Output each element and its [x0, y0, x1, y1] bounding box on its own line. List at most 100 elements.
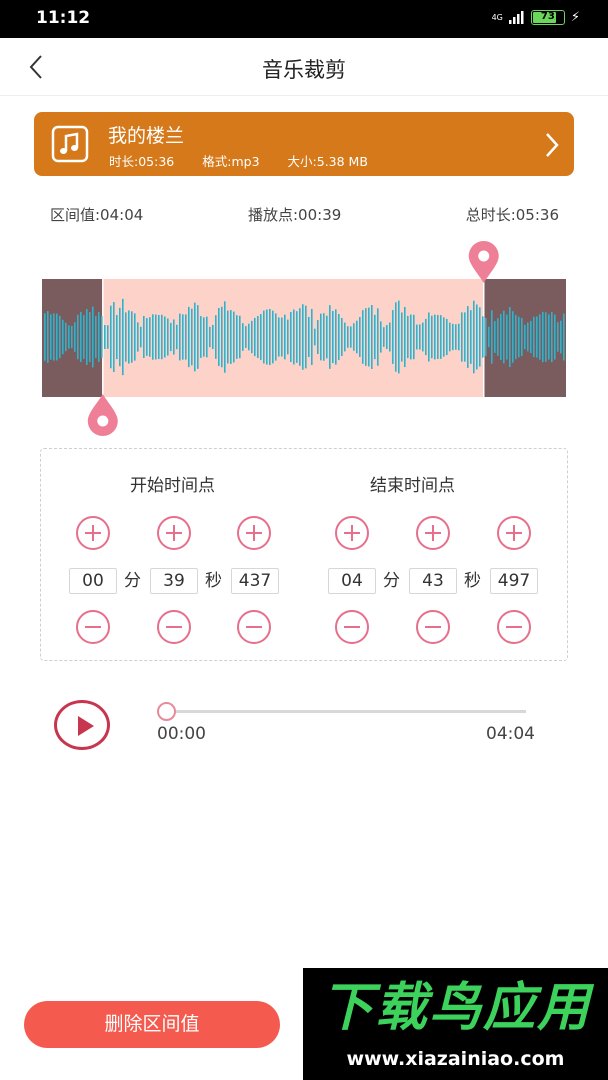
wave-bar: [353, 323, 355, 351]
file-card[interactable]: 我的楼兰 时长:05:36 格式:mp3 大小:5.38 MB: [34, 112, 574, 176]
wave-bar: [398, 300, 400, 374]
wave-bar: [173, 319, 175, 355]
wave-bar: [368, 307, 370, 367]
wave-bar: [305, 305, 307, 369]
start-minutes-decrement-button[interactable]: [76, 610, 110, 644]
end-millis-increment-button[interactable]: [497, 516, 531, 550]
wave-bar: [443, 317, 445, 357]
start-time-title: 开始时间点: [130, 476, 215, 496]
wave-bar: [434, 314, 436, 360]
wave-bar: [44, 313, 46, 361]
wave-bar: [131, 311, 133, 363]
wave-bar: [68, 325, 70, 349]
wave-bar: [98, 311, 100, 363]
status-icons: 4G 73 ⚡: [492, 10, 580, 25]
wave-bar: [239, 315, 241, 359]
wave-bar: [122, 298, 124, 376]
wave-bar: [458, 323, 460, 351]
end-marker[interactable]: [468, 241, 499, 283]
wave-bar: [515, 314, 517, 360]
battery-level: 73: [540, 11, 555, 22]
start-millis-decrement-button[interactable]: [237, 610, 271, 644]
wave-bar: [278, 317, 280, 357]
wave-bar: [329, 305, 331, 369]
start-seconds-unit: 秒: [205, 571, 222, 591]
wave-bar: [410, 314, 412, 360]
wave-bar: [476, 304, 478, 370]
wave-bar: [92, 306, 94, 368]
wave-bar: [218, 307, 220, 367]
wave-bar: [497, 318, 499, 356]
wave-bar: [491, 310, 493, 364]
end-minutes-decrement-button[interactable]: [335, 610, 369, 644]
end-time-title: 结束时间点: [370, 476, 455, 496]
wave-bar: [116, 314, 118, 360]
start-seconds-decrement-button[interactable]: [157, 610, 191, 644]
wave-bar: [437, 315, 439, 359]
wave-bar: [296, 311, 298, 363]
wave-bar: [206, 316, 208, 358]
waveform-editor[interactable]: [0, 236, 608, 446]
wave-bar: [320, 313, 322, 361]
start-minutes-field[interactable]: 00: [69, 568, 117, 594]
marker-dot: [97, 415, 109, 427]
file-meta: 时长:05:36 格式:mp3 大小:5.38 MB: [109, 151, 396, 170]
delete-interval-button[interactable]: 删除区间值: [24, 1001, 280, 1048]
wave-bar: [404, 306, 406, 368]
end-millis-decrement-button[interactable]: [497, 610, 531, 644]
wave-bar: [560, 320, 562, 354]
wave-bar: [413, 314, 415, 360]
wave-bar: [260, 314, 262, 360]
wave-bar: [284, 314, 286, 360]
wave-bar: [95, 315, 97, 359]
start-seconds-field[interactable]: 39: [150, 568, 198, 594]
wave-bar: [212, 324, 214, 350]
wave-bar: [350, 326, 352, 348]
start-minutes-increment-button[interactable]: [76, 516, 110, 550]
wave-bar: [455, 324, 457, 350]
start-millis-increment-button[interactable]: [237, 516, 271, 550]
wave-bar: [197, 305, 199, 369]
end-seconds-decrement-button[interactable]: [416, 610, 450, 644]
start-millis-field[interactable]: 437: [231, 568, 279, 594]
seek-bar[interactable]: [167, 710, 526, 713]
start-marker[interactable]: [87, 394, 118, 436]
page-title: 音乐裁剪: [262, 58, 346, 82]
wave-bar: [146, 318, 148, 356]
wave-bar: [137, 322, 139, 352]
end-seconds-increment-button[interactable]: [416, 516, 450, 550]
wave-bar: [563, 313, 565, 361]
wave-bar: [338, 314, 340, 360]
play-button[interactable]: [54, 700, 110, 750]
wave-bar: [290, 311, 292, 363]
start-seconds-increment-button[interactable]: [157, 516, 191, 550]
end-minutes-unit: 分: [383, 571, 400, 591]
wave-bar: [431, 315, 433, 359]
wave-bar: [533, 316, 535, 358]
seek-thumb[interactable]: [157, 702, 176, 721]
waveform[interactable]: [0, 236, 608, 446]
file-format: 格式:mp3: [202, 154, 260, 169]
wave-bar: [167, 318, 169, 356]
wave-bar: [152, 314, 154, 360]
end-millis-field[interactable]: 497: [490, 568, 538, 594]
wave-bar: [53, 313, 55, 361]
wave-bar: [335, 309, 337, 365]
wave-bar: [365, 308, 367, 366]
wave-bar: [548, 314, 550, 360]
wave-bar: [251, 320, 253, 354]
end-seconds-field[interactable]: 43: [409, 568, 457, 594]
wave-bar: [134, 313, 136, 361]
end-minutes-field[interactable]: 04: [328, 568, 376, 594]
battery-icon: 73: [530, 10, 565, 25]
file-name: 我的楼兰: [108, 125, 185, 147]
wave-bar: [488, 326, 490, 348]
end-minutes-increment-button[interactable]: [335, 516, 369, 550]
wave-bar: [110, 305, 112, 369]
wave-bar: [71, 325, 73, 349]
wave-bar: [374, 314, 376, 360]
wave-bar: [266, 309, 268, 365]
watermark-title: 下载鸟应用: [320, 978, 591, 1038]
wave-bar: [224, 301, 226, 373]
wave-bar: [83, 315, 85, 359]
